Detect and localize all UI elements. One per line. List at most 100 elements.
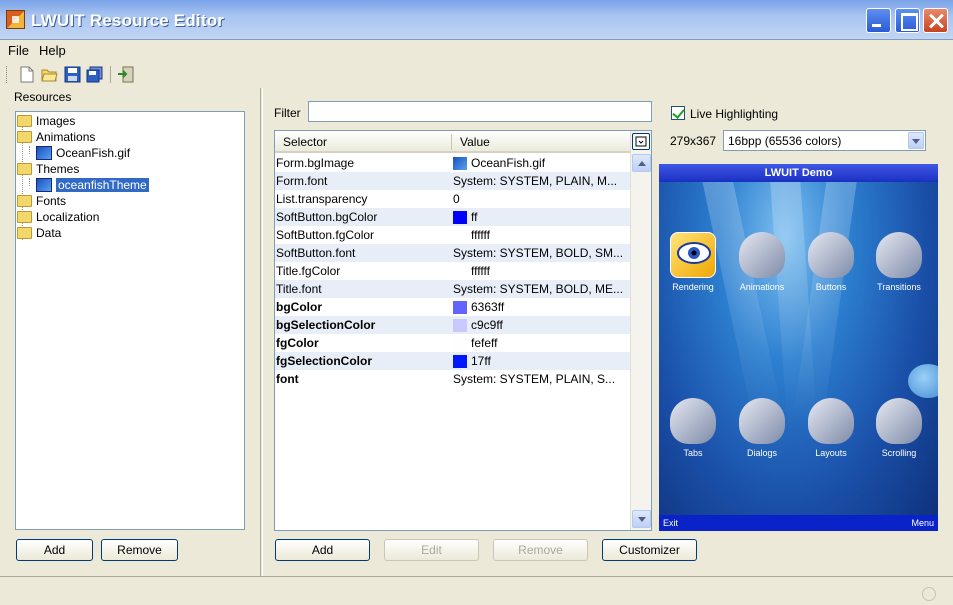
device-item-animations[interactable]: Animations — [730, 232, 794, 292]
chevron-down-icon[interactable] — [908, 132, 924, 149]
table-row[interactable]: font System: SYSTEM, PLAIN, S... — [275, 370, 631, 388]
device-item-label: Animations — [739, 282, 785, 292]
tree-guide-line — [29, 178, 30, 186]
column-selector[interactable]: Selector — [283, 135, 327, 149]
table-row[interactable]: fgSelectionColor 17ff — [275, 352, 631, 370]
value-text: c9c9ff — [471, 318, 503, 332]
remove-style-button[interactable]: Remove — [493, 539, 588, 561]
add-resource-button[interactable]: Add — [16, 539, 93, 561]
maximize-button[interactable] — [895, 8, 920, 33]
tree-label: OceanFish.gif — [56, 146, 131, 160]
value-cell: ffffff — [453, 228, 490, 242]
scroll-down-button[interactable] — [632, 510, 651, 528]
tree-item-localization[interactable]: Localization — [17, 209, 99, 225]
device-item-label: Tabs — [683, 448, 703, 458]
folder-open-icon — [17, 163, 32, 175]
new-file-icon[interactable] — [18, 66, 35, 83]
device-item-transitions[interactable]: Transitions — [867, 232, 931, 292]
tree-item-fonts[interactable]: Fonts — [17, 193, 66, 209]
selector-cell: SoftButton.fgColor — [276, 228, 375, 242]
save-all-icon[interactable] — [86, 66, 103, 83]
tree-item-images[interactable]: Images — [17, 113, 75, 129]
device-item-rendering[interactable]: Rendering — [661, 232, 725, 292]
add-style-button[interactable]: Add — [275, 539, 370, 561]
device-item-buttons[interactable]: Buttons — [799, 232, 863, 292]
color-depth-select[interactable]: 16bpp (65536 colors) — [723, 130, 926, 151]
column-separator[interactable] — [451, 134, 452, 150]
resources-tree[interactable]: Images Animations OceanFish.gif Themes o… — [15, 111, 245, 530]
value-cell: System: SYSTEM, PLAIN, S... — [453, 372, 615, 386]
plus-button-icon — [808, 232, 854, 278]
table-row[interactable]: bgColor 6363ff — [275, 298, 631, 316]
menu-file[interactable]: File — [8, 43, 29, 58]
scroll-up-button[interactable] — [632, 154, 651, 172]
folder-icon — [17, 227, 32, 239]
vertical-scrollbar[interactable] — [630, 131, 651, 530]
table-row[interactable]: Title.font System: SYSTEM, BOLD, ME... — [275, 280, 631, 298]
color-swatch — [453, 318, 467, 332]
customizer-button[interactable]: Customizer — [602, 539, 697, 561]
value-cell: ffffff — [453, 264, 490, 278]
tree-item-oceanfishtheme[interactable]: oceanfishTheme — [36, 177, 149, 193]
value-cell: System: SYSTEM, BOLD, ME... — [453, 282, 623, 296]
device-exit-softkey[interactable]: Exit — [663, 518, 678, 528]
panel-divider[interactable] — [260, 88, 263, 576]
tree-item-themes[interactable]: Themes — [17, 161, 79, 177]
image-file-icon — [36, 146, 52, 160]
busy-indicator-icon — [922, 587, 936, 601]
device-menu-softkey[interactable]: Menu — [911, 518, 934, 528]
table-row[interactable]: SoftButton.fgColor ffffff — [275, 226, 631, 244]
color-swatch — [453, 210, 467, 224]
selector-cell: SoftButton.bgColor — [276, 210, 378, 224]
import-icon[interactable] — [117, 66, 134, 83]
value-text: ff — [471, 210, 478, 224]
tree-label: Images — [36, 114, 76, 128]
value-cell: fefeff — [453, 336, 497, 350]
folder-icon — [17, 211, 32, 223]
theme-table[interactable]: Selector Value Form.bgImage OceanFish.gif… — [274, 130, 652, 531]
tree-item-animations[interactable]: Animations — [17, 129, 95, 145]
device-item-dialogs[interactable]: Dialogs — [730, 398, 794, 458]
value-text: System: SYSTEM, PLAIN, M... — [453, 174, 618, 188]
device-item-layouts[interactable]: Layouts — [799, 398, 863, 458]
menu-help[interactable]: Help — [39, 43, 66, 58]
tree-item-oceanfish-gif[interactable]: OceanFish.gif — [36, 145, 130, 161]
device-item-scrolling[interactable]: Scrolling — [867, 398, 931, 458]
device-item-label: Layouts — [815, 448, 847, 458]
selector-cell: List.transparency — [276, 192, 368, 206]
value-text: ffffff — [471, 264, 490, 278]
table-row[interactable]: Title.fgColor ffffff — [275, 262, 631, 280]
filter-input[interactable] — [308, 101, 652, 122]
table-row[interactable]: SoftButton.bgColor ff — [275, 208, 631, 226]
table-row[interactable]: SoftButton.font System: SYSTEM, BOLD, SM.… — [275, 244, 631, 262]
selector-cell: Title.fgColor — [276, 264, 341, 278]
table-row[interactable]: fgColor fefeff — [275, 334, 631, 352]
dialog-list-icon — [739, 398, 785, 444]
tree-item-data[interactable]: Data — [17, 225, 61, 241]
table-row[interactable]: Form.font System: SYSTEM, PLAIN, M... — [275, 172, 631, 190]
toolbar-separator — [110, 66, 111, 83]
close-button[interactable] — [923, 8, 948, 33]
column-value[interactable]: Value — [460, 135, 490, 149]
remove-resource-button[interactable]: Remove — [101, 539, 178, 561]
column-chooser-icon[interactable] — [632, 133, 650, 150]
table-row[interactable]: Form.bgImage OceanFish.gif — [275, 154, 631, 172]
scroll-arrows-icon — [876, 398, 922, 444]
device-item-label: Buttons — [815, 282, 847, 292]
selector-cell: Title.font — [276, 282, 322, 296]
minimize-button[interactable] — [866, 8, 891, 33]
table-row[interactable]: List.transparency 0 — [275, 190, 631, 208]
device-item-tabs[interactable]: Tabs — [661, 398, 725, 458]
edit-style-button[interactable]: Edit — [384, 539, 479, 561]
toolbar — [0, 62, 953, 88]
open-folder-icon[interactable] — [41, 66, 58, 83]
tree-label: Localization — [36, 210, 100, 224]
app-icon — [6, 10, 25, 29]
live-highlighting-checkbox[interactable] — [671, 106, 685, 120]
table-row[interactable]: bgSelectionColor c9c9ff — [275, 316, 631, 334]
save-icon[interactable] — [64, 66, 81, 83]
color-swatch — [453, 300, 467, 314]
resources-label: Resources — [14, 90, 72, 104]
device-preview[interactable]: LWUIT Demo Rendering Animations Buttons … — [659, 164, 938, 531]
color-swatch — [453, 354, 467, 368]
